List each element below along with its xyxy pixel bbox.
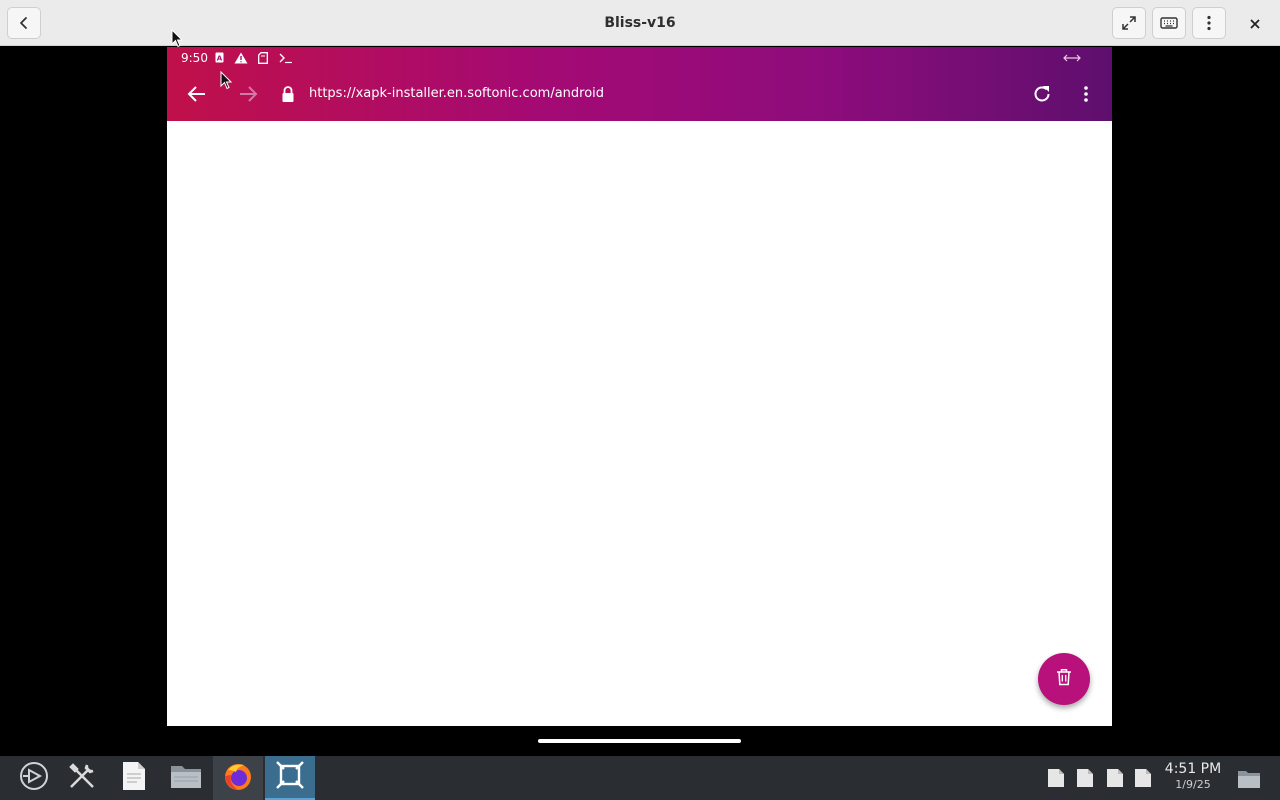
text-editor-button[interactable]: [110, 756, 158, 800]
clock-time: 4:51 PM: [1164, 761, 1222, 777]
tools-icon: [67, 761, 97, 795]
lock-icon: [281, 85, 295, 107]
window-title: Bliss-v16: [604, 15, 676, 31]
notification-a-icon: A: [215, 52, 224, 66]
terminal-icon: [279, 52, 293, 67]
window-titlebar: Bliss-v16: [0, 0, 1280, 46]
delete-fab-button[interactable]: [1038, 653, 1090, 705]
taskbar-clock[interactable]: 4:51 PM 1/9/25: [1158, 760, 1228, 792]
fullscreen-button[interactable]: [1112, 7, 1146, 39]
svg-text:A: A: [217, 54, 223, 62]
app-launcher-button[interactable]: [10, 756, 58, 800]
browser-menu-icon[interactable]: [1083, 85, 1089, 107]
file-manager-button[interactable]: [162, 756, 210, 800]
android-gesture-bar[interactable]: [538, 739, 741, 743]
show-desktop-icon[interactable]: [1237, 769, 1261, 793]
browser-appbar: 9:50 A https://xapk-installer.en.softoni…: [167, 47, 1112, 121]
bliss-vm-button[interactable]: [265, 756, 315, 800]
mouse-cursor-icon: [171, 28, 184, 52]
status-bar: 9:50 A: [167, 47, 1112, 69]
kebab-menu-icon: [1206, 15, 1212, 31]
close-button[interactable]: [1244, 12, 1266, 34]
trash-icon: [1056, 668, 1072, 690]
firefox-icon: [222, 760, 254, 796]
desktop-taskbar: 4:51 PM 1/9/25: [0, 756, 1280, 800]
sd-card-icon: [258, 52, 268, 67]
browser-toolbar: https://xapk-installer.en.softonic.com/a…: [167, 74, 1112, 114]
status-time: 9:50: [181, 51, 208, 65]
warning-icon: [234, 52, 248, 67]
clock-date: 1/9/25: [1175, 778, 1211, 791]
connectivity-arrows-icon: [1063, 52, 1081, 66]
android-cursor-icon: [220, 70, 233, 94]
tray-notes-icon[interactable]: [1076, 768, 1094, 792]
expand-icon: [1121, 15, 1137, 31]
folder-icon: [170, 763, 202, 793]
document-icon: [121, 761, 147, 795]
address-bar-url[interactable]: https://xapk-installer.en.softonic.com/a…: [309, 86, 604, 101]
browser-back-icon[interactable]: [187, 85, 207, 107]
launcher-icon: [19, 761, 49, 795]
close-icon: [1250, 14, 1260, 33]
menu-button[interactable]: [1192, 7, 1226, 39]
firefox-button[interactable]: [213, 756, 263, 800]
keyboard-icon: [1160, 16, 1178, 30]
tray-file-icon[interactable]: [1134, 768, 1152, 792]
settings-app-button[interactable]: [58, 756, 106, 800]
reload-icon[interactable]: [1032, 84, 1052, 108]
keyboard-button[interactable]: [1152, 7, 1186, 39]
tray-clipboard-icon[interactable]: [1047, 768, 1065, 792]
android-screen: 9:50 A https://xapk-installer.en.softoni…: [167, 47, 1112, 726]
vm-window-icon: [275, 760, 305, 794]
browser-forward-icon[interactable]: [238, 85, 258, 107]
tray-document-icon[interactable]: [1106, 768, 1124, 792]
